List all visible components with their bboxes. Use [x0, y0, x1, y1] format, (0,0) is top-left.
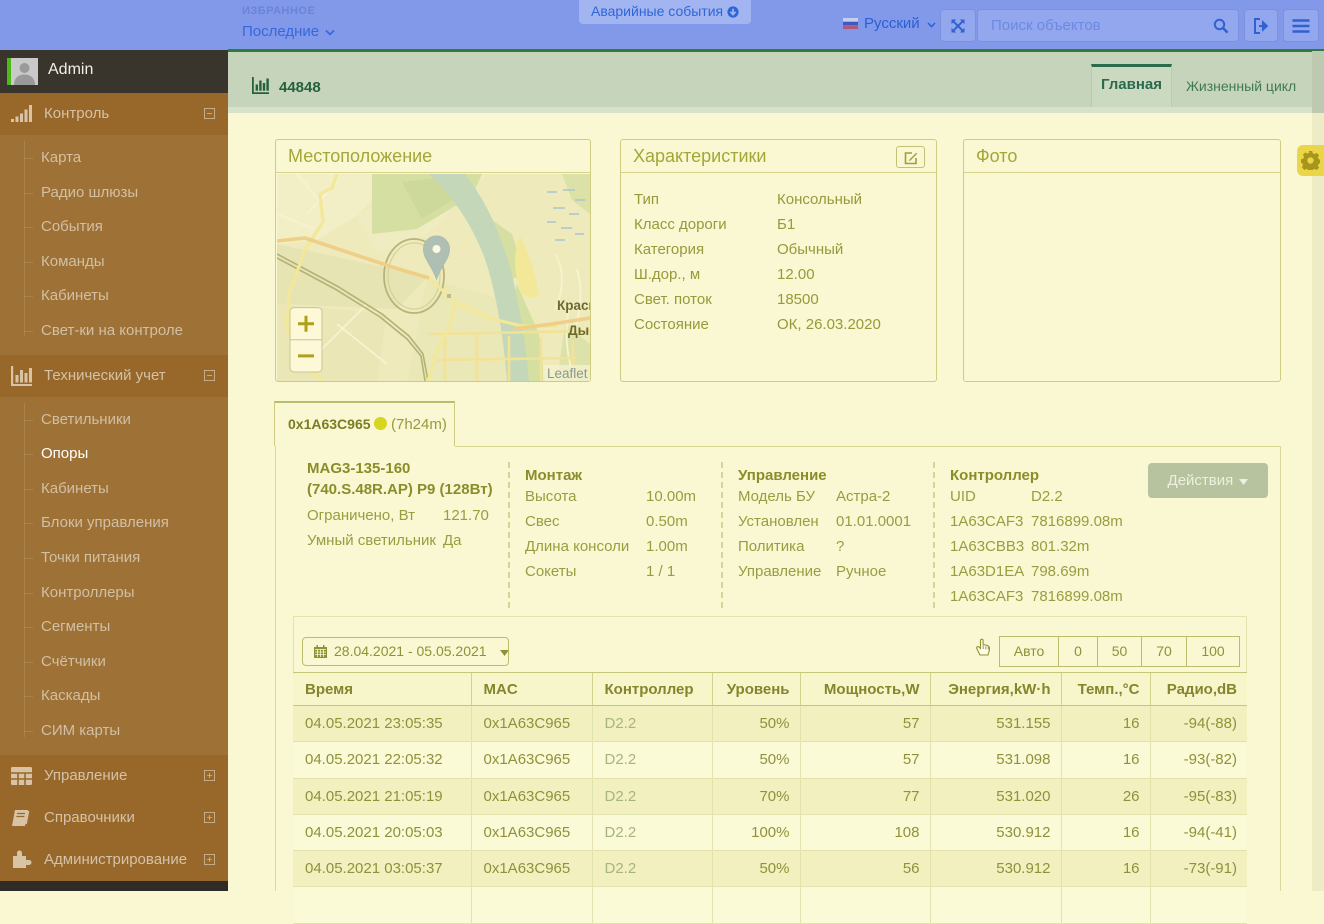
svg-text:Дым: Дым: [568, 323, 590, 338]
svg-text:Красн: Красн: [557, 298, 590, 313]
svg-text:Leaflet: Leaflet: [547, 366, 588, 381]
